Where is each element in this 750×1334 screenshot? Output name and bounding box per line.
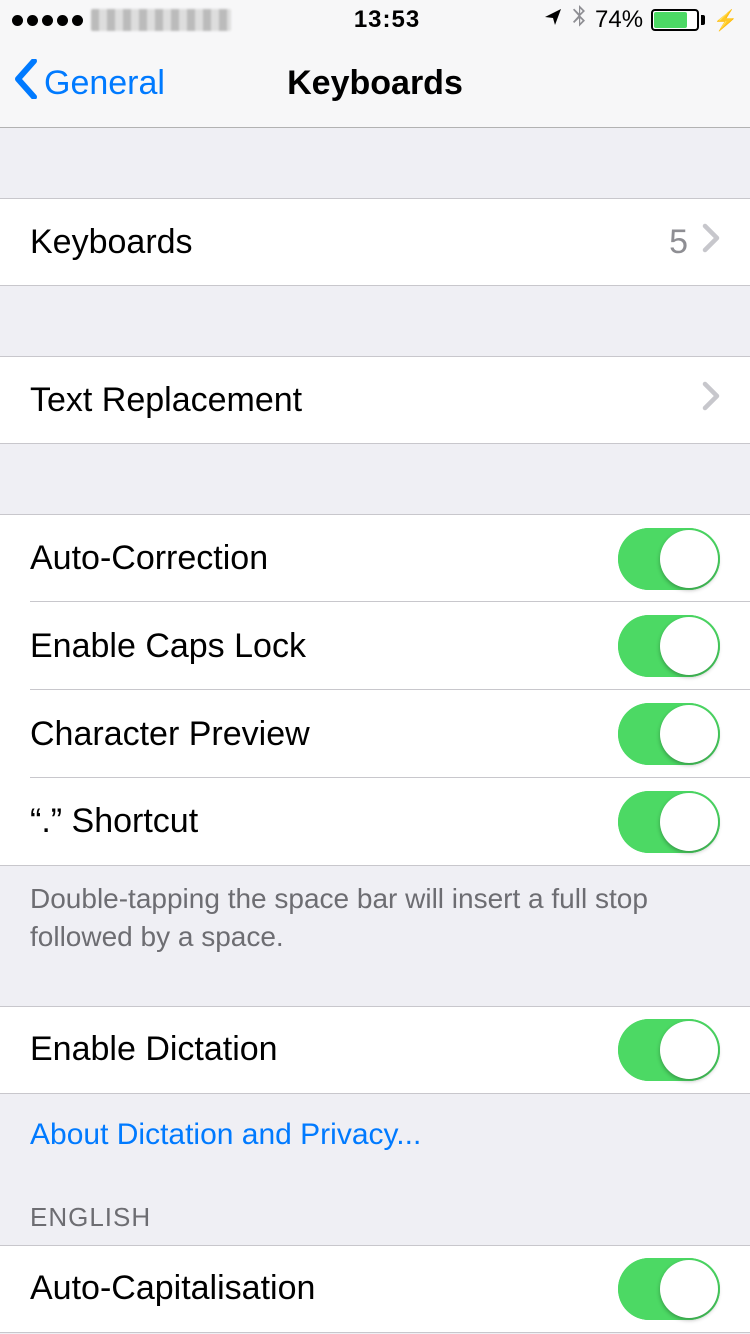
row-label: Text Replacement: [30, 381, 702, 420]
row-auto-correction: Auto-Correction: [0, 514, 750, 602]
row-label: Enable Caps Lock: [30, 627, 618, 666]
nav-bar: General Keyboards: [0, 40, 750, 128]
row-dot-shortcut: “.” Shortcut: [0, 778, 750, 866]
row-label: Enable Dictation: [30, 1030, 618, 1069]
section-header-english: ENGLISH: [0, 1162, 750, 1245]
row-keyboards[interactable]: Keyboards 5: [0, 198, 750, 286]
row-text-replacement[interactable]: Text Replacement: [0, 356, 750, 444]
dictation-privacy-link[interactable]: About Dictation and Privacy...: [0, 1094, 750, 1162]
shortcut-footer: Double-tapping the space bar will insert…: [0, 866, 750, 976]
row-label: “.” Shortcut: [30, 802, 618, 841]
status-time: 13:53: [354, 6, 420, 34]
status-left: [12, 9, 231, 31]
bluetooth-icon: [571, 5, 587, 36]
charging-icon: ⚡: [713, 8, 738, 33]
toggle-character-preview[interactable]: [618, 703, 720, 765]
back-label: General: [44, 64, 165, 103]
toggle-auto-capitalisation[interactable]: [618, 1258, 720, 1320]
toggle-caps-lock[interactable]: [618, 615, 720, 677]
chevron-left-icon: [14, 59, 38, 108]
row-label: Character Preview: [30, 715, 618, 754]
row-value: 5: [669, 223, 688, 262]
toggle-group: Auto-Correction Enable Caps Lock Charact…: [0, 514, 750, 866]
row-label: Auto-Correction: [30, 539, 618, 578]
toggle-dot-shortcut[interactable]: [618, 791, 720, 853]
battery-percent: 74%: [595, 6, 643, 34]
row-caps-lock: Enable Caps Lock: [0, 602, 750, 690]
toggle-auto-correction[interactable]: [618, 528, 720, 590]
row-character-preview: Character Preview: [0, 690, 750, 778]
status-right: 74% ⚡: [543, 5, 738, 36]
chevron-right-icon: [702, 381, 720, 420]
row-label: Auto-Capitalisation: [30, 1269, 618, 1308]
row-dictation: Enable Dictation: [0, 1006, 750, 1094]
location-arrow-icon: [543, 6, 563, 34]
status-bar: 13:53 74% ⚡: [0, 0, 750, 40]
chevron-right-icon: [702, 223, 720, 262]
row-label: Keyboards: [30, 223, 669, 262]
row-auto-capitalisation: Auto-Capitalisation: [0, 1245, 750, 1333]
signal-strength-icon: [12, 15, 83, 26]
battery-icon: [651, 9, 705, 31]
back-button[interactable]: General: [0, 59, 165, 108]
toggle-dictation[interactable]: [618, 1019, 720, 1081]
carrier-label: [91, 9, 231, 31]
